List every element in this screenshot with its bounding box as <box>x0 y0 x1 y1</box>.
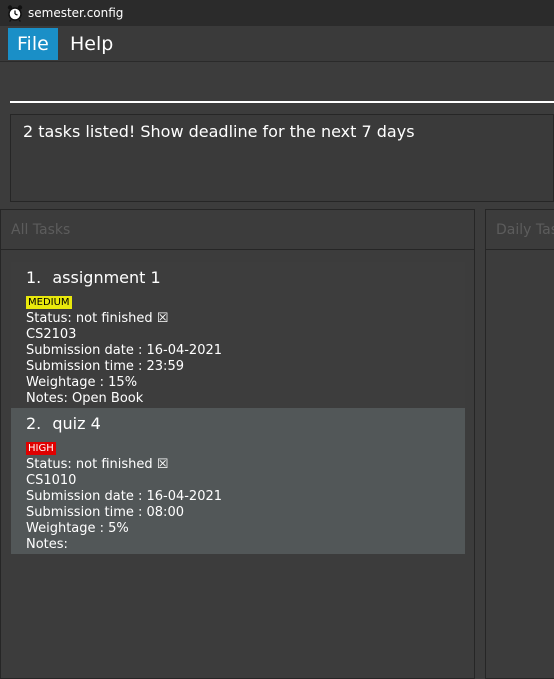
task-status: Status: not finished ☒ <box>26 311 169 326</box>
result-message: 2 tasks listed! Show deadline for the ne… <box>23 122 415 141</box>
title-bar: semester.config <box>0 0 554 26</box>
task-module: CS2103 <box>26 327 77 342</box>
task-time: Submission time : 23:59 <box>26 359 184 374</box>
result-display: 2 tasks listed! Show deadline for the ne… <box>10 114 554 202</box>
menu-bar: File Help <box>0 26 554 62</box>
task-index: 2. <box>26 414 42 433</box>
menu-help[interactable]: Help <box>61 28 122 60</box>
all-tasks-header: All Tasks <box>1 210 474 250</box>
task-notes: Notes: Open Book <box>26 391 144 406</box>
task-index: 1. <box>26 268 42 287</box>
task-name: quiz 4 <box>52 414 101 433</box>
task-date: Submission date : 16-04-2021 <box>26 343 223 358</box>
priority-badge: MEDIUM <box>26 296 72 309</box>
task-weightage: Weightage : 15% <box>26 375 138 390</box>
task-notes: Notes: <box>26 537 68 552</box>
priority-badge: HIGH <box>26 442 56 455</box>
task-weightage: Weightage : 5% <box>26 521 129 536</box>
task-title: 2. quiz 4 <box>26 414 450 434</box>
daily-tasks-header: Daily Tasks <box>486 210 554 250</box>
window-title: semester.config <box>28 6 124 20</box>
task-module: CS1010 <box>26 473 77 488</box>
task-card[interactable]: 1. assignment 1 MEDIUM Status: not finis… <box>11 262 465 408</box>
all-tasks-panel: All Tasks 1. assignment 1 MEDIUM Status:… <box>0 209 475 679</box>
alarm-clock-icon <box>7 5 23 22</box>
task-date: Submission date : 16-04-2021 <box>26 489 223 504</box>
task-list[interactable]: 1. assignment 1 MEDIUM Status: not finis… <box>11 262 465 554</box>
task-card[interactable]: 2. quiz 4 HIGH Status: not finished ☒ CS… <box>11 408 465 554</box>
command-input[interactable] <box>10 62 554 103</box>
task-status: Status: not finished ☒ <box>26 457 169 472</box>
task-title: 1. assignment 1 <box>26 268 450 288</box>
daily-tasks-panel: Daily Tasks <box>485 209 554 679</box>
menu-file[interactable]: File <box>8 28 58 60</box>
command-area <box>0 62 554 110</box>
task-time: Submission time : 08:00 <box>26 505 184 520</box>
task-name: assignment 1 <box>52 268 161 287</box>
